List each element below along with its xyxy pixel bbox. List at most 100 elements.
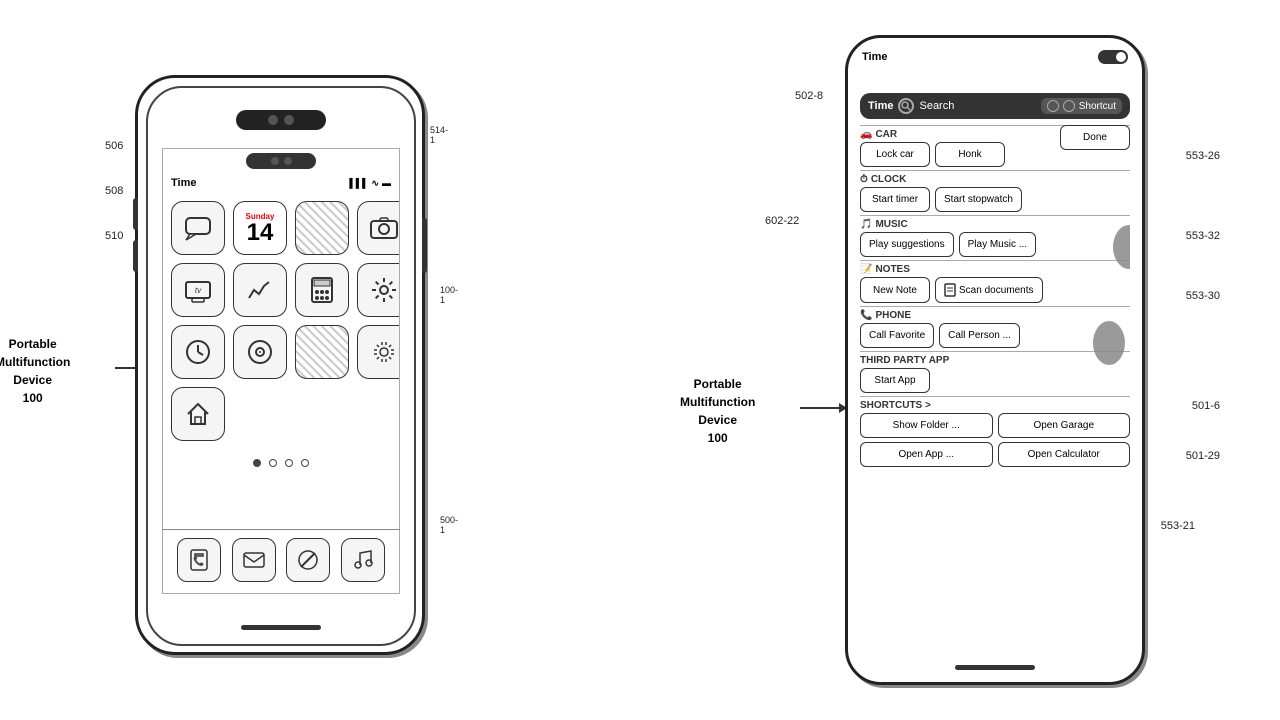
third-party-label: THIRD PARTY APP [860,355,949,366]
svg-text:tv: tv [195,286,202,295]
third-party-section: THIRD PARTY APP Start App [860,351,1130,393]
left-phone-outer: Time ▌▌▌ ∿ ▬ Sun [135,75,425,655]
clock-buttons: Start timer Start stopwatch [860,187,1130,212]
search-time-text: Time [868,100,893,112]
fingerprint-oval-2 [1093,321,1125,365]
search-bar-container[interactable]: Time Search Shortcut [860,93,1130,119]
signal-bars: ▌▌▌ [349,178,368,188]
right-toggle[interactable] [1098,50,1128,64]
clock-section: ⏱ CLOCK Start timer Start stopwatch [860,170,1130,212]
app-home[interactable] [171,387,225,441]
cal-num: 14 [247,221,274,245]
search-label: Search [919,100,1035,112]
new-note-btn[interactable]: New Note [860,277,930,303]
car-section: 🚗 CAR Lock car Honk Done [860,125,1130,167]
honk-btn[interactable]: Honk [935,142,1005,167]
search-circle-icon [898,98,914,114]
volume-down-button[interactable] [133,240,138,272]
app-tv[interactable]: tv [171,263,225,317]
shortcut-container: Shortcut [1041,98,1122,114]
left-phone-section: 506 508 510 506-1 510-1 508-1 508-2 111 … [135,65,425,655]
app-hatched-1[interactable] [295,201,349,255]
show-folder-btn[interactable]: Show Folder ... [860,413,993,438]
scan-doc-icon [944,283,956,297]
third-party-buttons: Start App [860,368,1130,393]
right-phone-body: Time Time Search [845,35,1145,685]
annotation-60222: 602-22 [765,215,799,227]
call-favorite-btn[interactable]: Call Favorite [860,323,934,348]
app-calculator[interactable] [295,263,349,317]
left-phone-inner: Time ▌▌▌ ∿ ▬ Sun [146,86,416,646]
notes-section: 📝 NOTES New Note Scan documents [860,260,1130,303]
clock-label: CLOCK [871,174,907,185]
camera-dot-1 [268,115,278,125]
third-party-header: THIRD PARTY APP [860,351,1130,366]
left-phone-screen: Time ▌▌▌ ∿ ▬ Sun [162,148,400,594]
app-clock[interactable] [171,325,225,379]
diagram-container: 506 508 510 506-1 510-1 508-1 508-2 111 … [0,0,1280,720]
right-toggle-knob [1116,52,1126,62]
shortcuts-row-2: Open App ... Open Calculator [860,442,1130,467]
app-dock: 📞 [162,529,400,589]
app-hatched-2[interactable] [295,325,349,379]
start-app-btn[interactable]: Start App [860,368,930,393]
svg-text:📞: 📞 [194,555,206,566]
right-status-icons [1098,50,1128,64]
app-settings[interactable] [357,325,400,379]
inner-camera-bar-area [163,153,399,169]
power-button[interactable] [422,218,427,273]
annotation-55326: 553-26 [1186,150,1220,162]
app-calendar[interactable]: Sunday 14 [233,201,287,255]
dot-1 [253,459,261,467]
dock-cancel[interactable] [286,538,330,582]
open-garage-btn[interactable]: Open Garage [998,413,1131,438]
annotation-510: 510 [105,230,123,242]
oval-2 [1063,100,1075,112]
right-phone-section: 502-8 602-22 553-26 553-32 553-30 501-6 … [845,35,1145,685]
app-camera[interactable] [357,201,400,255]
volume-up-button[interactable] [133,198,138,230]
dock-mail[interactable] [232,538,276,582]
app-settings-gear[interactable] [357,263,400,317]
notes-buttons: New Note Scan documents [860,277,1130,303]
dot-3 [285,459,293,467]
done-btn[interactable]: Done [1060,125,1130,150]
play-music-btn[interactable]: Play Music ... [959,232,1036,257]
open-calculator-btn[interactable]: Open Calculator [998,442,1131,467]
music-header: 🎵 MUSIC [860,215,1130,230]
phone-section-header: 📞 PHONE [860,306,1130,321]
camera-dot-2 [284,115,294,125]
left-time-label: Time [171,177,196,189]
phone-icon: 📞 [860,310,872,321]
right-status-bar: Time [848,38,1142,64]
scan-documents-btn[interactable]: Scan documents [935,277,1043,303]
dock-phone[interactable]: 📞 [177,538,221,582]
phone-buttons: Call Favorite Call Person ... [860,323,1130,348]
start-timer-btn[interactable]: Start timer [860,187,930,212]
car-icon: 🚗 [860,129,872,140]
dot-4 [301,459,309,467]
play-suggestions-btn[interactable]: Play suggestions [860,232,954,257]
left-status-bar: Time ▌▌▌ ∿ ▬ [163,173,399,193]
middle-divider [615,20,655,700]
music-section: 🎵 MUSIC Play suggestions Play Music ... [860,215,1130,257]
open-app-btn[interactable]: Open App ... [860,442,993,467]
shortcuts-section: SHORTCUTS > Show Folder ... Open Garage … [860,396,1130,467]
annotation-55332: 553-32 [1186,230,1220,242]
notes-icon: 📝 [860,264,872,275]
dock-music[interactable] [341,538,385,582]
device-label-right: PortableMultifunctionDevice100 [680,375,755,447]
app-stocks[interactable] [233,263,287,317]
lock-car-btn[interactable]: Lock car [860,142,930,167]
music-label: MUSIC [875,219,907,230]
app-messages[interactable] [171,201,225,255]
shortcuts-label: SHORTCUTS > [860,400,931,411]
app-music-alt[interactable] [233,325,287,379]
camera-bar [236,110,326,130]
annotation-5028: 502-8 [795,90,823,102]
call-person-btn[interactable]: Call Person ... [939,323,1020,348]
annotation-506: 506 [105,140,123,152]
start-stopwatch-btn[interactable]: Start stopwatch [935,187,1022,212]
oval-1 [1047,100,1059,112]
notes-header: 📝 NOTES [860,260,1130,275]
